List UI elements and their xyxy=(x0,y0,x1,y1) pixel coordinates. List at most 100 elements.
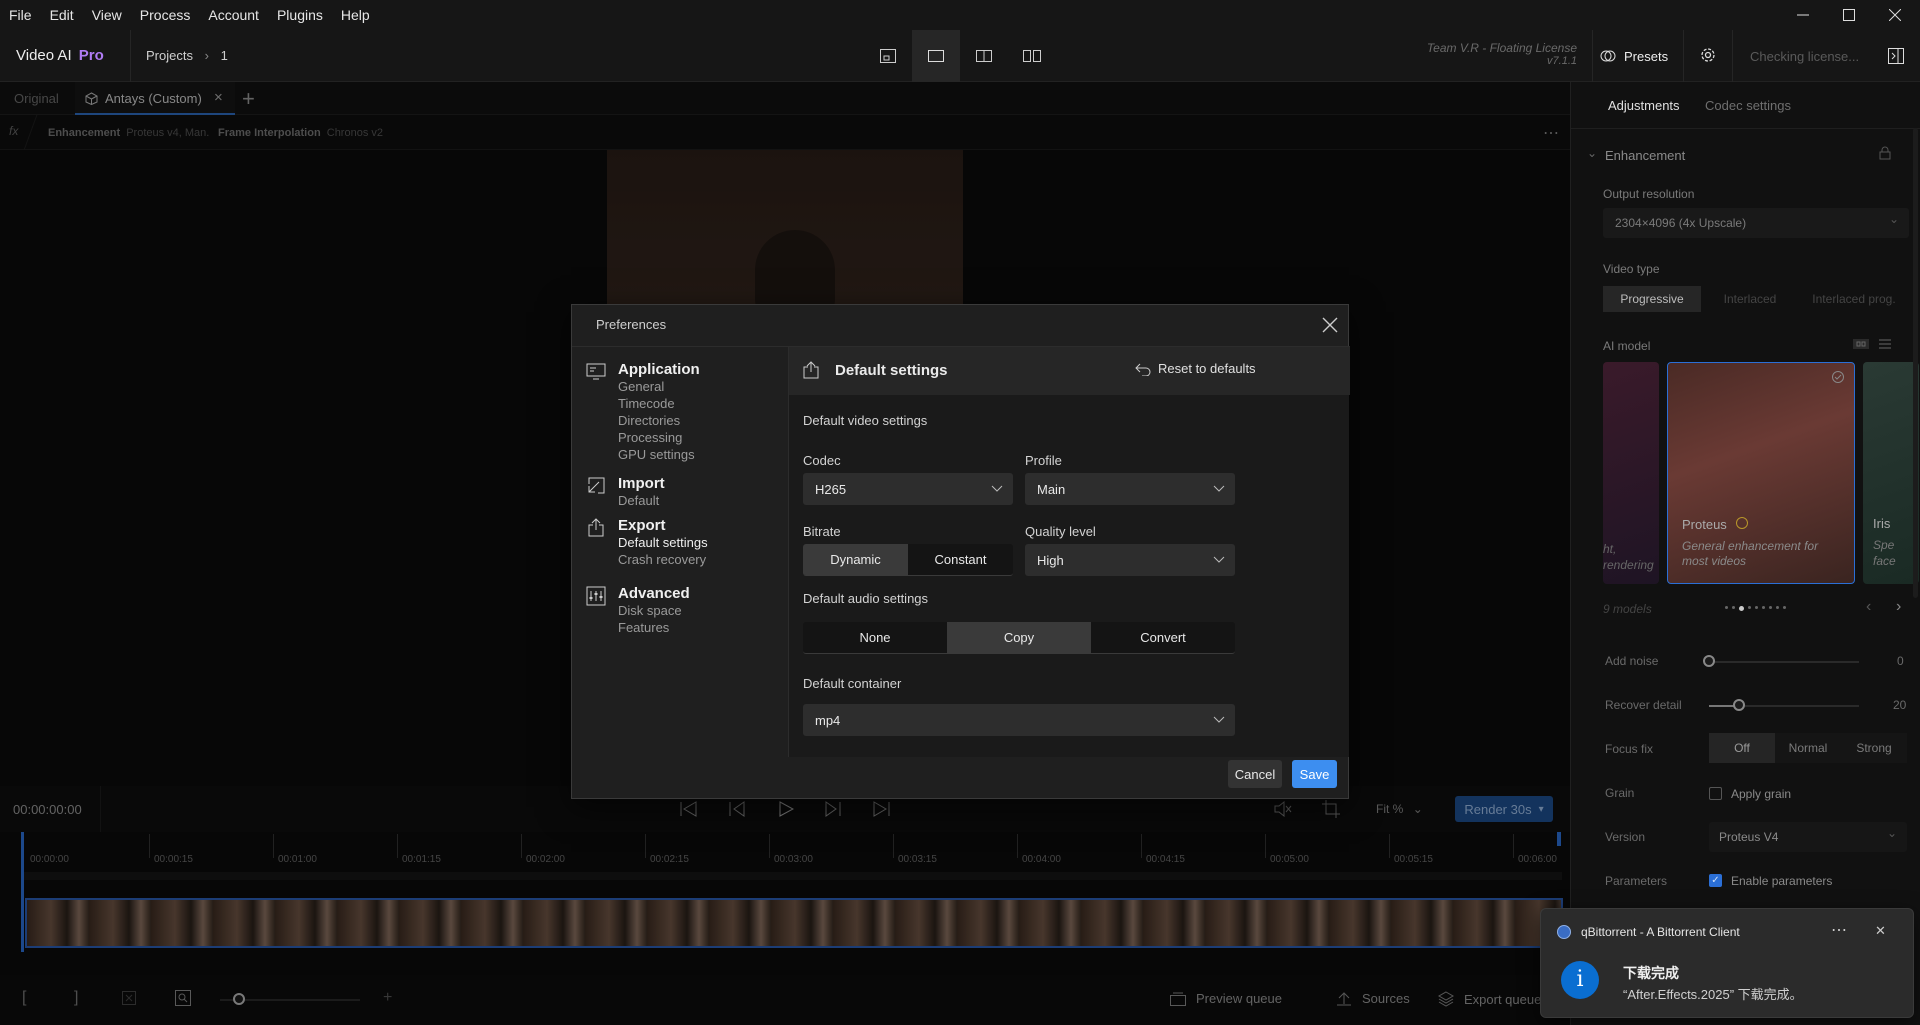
audio-none[interactable]: None xyxy=(803,622,947,653)
tab-adjustments[interactable]: Adjustments xyxy=(1608,98,1680,113)
nav-disk-space[interactable]: Disk space xyxy=(618,602,690,619)
codec-value: H265 xyxy=(815,481,847,497)
audio-copy[interactable]: Copy xyxy=(947,622,1091,653)
quality-level-label: Quality level xyxy=(1025,524,1096,539)
apply-grain-checkbox[interactable] xyxy=(1709,787,1722,800)
carousel-dot[interactable] xyxy=(1776,606,1779,609)
menu-help[interactable]: Help xyxy=(332,0,379,30)
video-type-interlaced-prog[interactable]: Interlaced prog. xyxy=(1799,286,1909,312)
menu-view[interactable]: View xyxy=(83,0,131,30)
model-card-iris-name: Iris xyxy=(1873,516,1891,531)
settings-button[interactable] xyxy=(1700,47,1716,66)
minimize-button[interactable] xyxy=(1780,0,1826,30)
nav-general[interactable]: General xyxy=(618,378,700,395)
advanced-icon xyxy=(586,586,606,606)
container-value: mp4 xyxy=(815,712,841,728)
divider xyxy=(1732,30,1733,82)
panel-scrollbar[interactable] xyxy=(1913,128,1918,598)
nav-crash-recovery[interactable]: Crash recovery xyxy=(618,551,708,568)
undo-icon xyxy=(1135,363,1151,376)
video-type-interlaced[interactable]: Interlaced xyxy=(1701,286,1799,312)
toggle-panel-button[interactable] xyxy=(1888,48,1904,67)
version-select[interactable]: Proteus V4 ⌄ xyxy=(1709,822,1907,852)
view-side-by-side-button[interactable] xyxy=(1008,30,1056,82)
section-enhancement[interactable]: Enhancement xyxy=(1605,148,1685,163)
nav-directories[interactable]: Directories xyxy=(618,412,700,429)
cancel-button[interactable]: Cancel xyxy=(1228,760,1282,788)
model-card-iris[interactable]: Iris Spe face xyxy=(1863,362,1919,584)
version-value: Proteus V4 xyxy=(1719,830,1779,844)
carousel-dot[interactable] xyxy=(1783,606,1786,609)
toast-more-icon[interactable]: ⋯ xyxy=(1831,920,1847,940)
enable-parameters-label: Enable parameters xyxy=(1731,874,1833,888)
view-single-crop-button[interactable] xyxy=(864,30,912,82)
carousel-dot[interactable] xyxy=(1725,606,1728,609)
nav-features[interactable]: Features xyxy=(618,619,690,636)
nav-export-head[interactable]: Export xyxy=(618,517,708,534)
model-card-proteus[interactable]: Proteus General enhancement for most vid… xyxy=(1667,362,1855,584)
maximize-button[interactable] xyxy=(1826,0,1872,30)
card-view-icon[interactable] xyxy=(1853,339,1869,349)
chevron-down-icon: ⌄ xyxy=(1888,212,1899,226)
menu-account[interactable]: Account xyxy=(199,0,268,30)
side-by-side-icon xyxy=(1023,50,1041,62)
menu-edit[interactable]: Edit xyxy=(41,0,83,30)
chevron-left-icon[interactable]: ‹ xyxy=(1866,598,1871,616)
recover-detail-knob[interactable] xyxy=(1733,699,1745,711)
add-noise-slider[interactable] xyxy=(1709,661,1859,663)
carousel-dot[interactable] xyxy=(1732,606,1735,609)
carousel-dots[interactable] xyxy=(1725,606,1786,611)
tab-codec-settings[interactable]: Codec settings xyxy=(1705,98,1791,113)
profile-select[interactable]: Main xyxy=(1025,473,1235,505)
focus-fix-strong[interactable]: Strong xyxy=(1841,733,1907,763)
reset-to-defaults-button[interactable]: Reset to defaults xyxy=(1135,361,1256,376)
nav-timecode[interactable]: Timecode xyxy=(618,395,700,412)
focus-fix-off[interactable]: Off xyxy=(1709,733,1775,763)
focus-fix-normal[interactable]: Normal xyxy=(1775,733,1841,763)
breadcrumb-projects[interactable]: Projects xyxy=(146,48,193,63)
menu-file[interactable]: File xyxy=(0,0,41,30)
view-split-button[interactable] xyxy=(960,30,1008,82)
notification-toast[interactable]: qBittorrent - A Bittorrent Client ⋯ ✕ i … xyxy=(1540,908,1914,1018)
output-resolution-select[interactable]: 2304×4096 (4x Upscale) ⌄ xyxy=(1603,208,1909,238)
carousel-dot[interactable] xyxy=(1762,606,1765,609)
nav-default-settings[interactable]: Default settings xyxy=(618,534,708,551)
carousel-dot[interactable] xyxy=(1748,606,1751,609)
model-card-previous-title: ht, xyxy=(1603,542,1617,556)
presets-button[interactable]: Presets xyxy=(1600,44,1668,68)
chevron-right-icon[interactable]: › xyxy=(1896,598,1901,616)
video-type-progressive[interactable]: Progressive xyxy=(1603,286,1701,312)
chevron-down-icon[interactable]: ⌄ xyxy=(1587,146,1597,160)
codec-select[interactable]: H265 xyxy=(803,473,1013,505)
menu-process[interactable]: Process xyxy=(131,0,200,30)
nav-advanced-head[interactable]: Advanced xyxy=(618,585,690,602)
bitrate-dynamic[interactable]: Dynamic xyxy=(803,544,908,575)
chevron-down-icon xyxy=(991,485,1003,492)
carousel-dot[interactable] xyxy=(1755,606,1758,609)
menu-plugins[interactable]: Plugins xyxy=(268,0,332,30)
nav-gpu-settings[interactable]: GPU settings xyxy=(618,446,700,463)
save-button[interactable]: Save xyxy=(1292,760,1337,788)
list-view-icon[interactable] xyxy=(1879,339,1891,349)
container-select[interactable]: mp4 xyxy=(803,704,1235,736)
nav-application-head[interactable]: Application xyxy=(618,361,700,378)
audio-section-label: Default audio settings xyxy=(803,591,929,606)
carousel-dot[interactable] xyxy=(1739,606,1744,611)
nav-import-head[interactable]: Import xyxy=(618,475,665,492)
toast-message: “After.Effects.2025” 下载完成。 xyxy=(1623,987,1803,1002)
audio-convert[interactable]: Convert xyxy=(1091,622,1235,653)
focus-fix-label: Focus fix xyxy=(1605,742,1654,756)
model-card-previous[interactable]: ht, rendering xyxy=(1603,362,1659,584)
nav-import-default[interactable]: Default xyxy=(618,492,665,509)
quality-level-select[interactable]: High xyxy=(1025,544,1235,576)
bitrate-constant[interactable]: Constant xyxy=(908,544,1013,575)
lock-icon[interactable] xyxy=(1879,146,1891,160)
toast-close-icon[interactable]: ✕ xyxy=(1875,923,1886,939)
enable-parameters-checkbox[interactable]: ✓ xyxy=(1709,874,1722,887)
close-window-button[interactable] xyxy=(1872,0,1918,30)
close-dialog-icon[interactable] xyxy=(1322,317,1338,333)
add-noise-knob[interactable] xyxy=(1703,655,1715,667)
view-single-button[interactable] xyxy=(912,30,960,82)
carousel-dot[interactable] xyxy=(1769,606,1772,609)
nav-processing[interactable]: Processing xyxy=(618,429,700,446)
